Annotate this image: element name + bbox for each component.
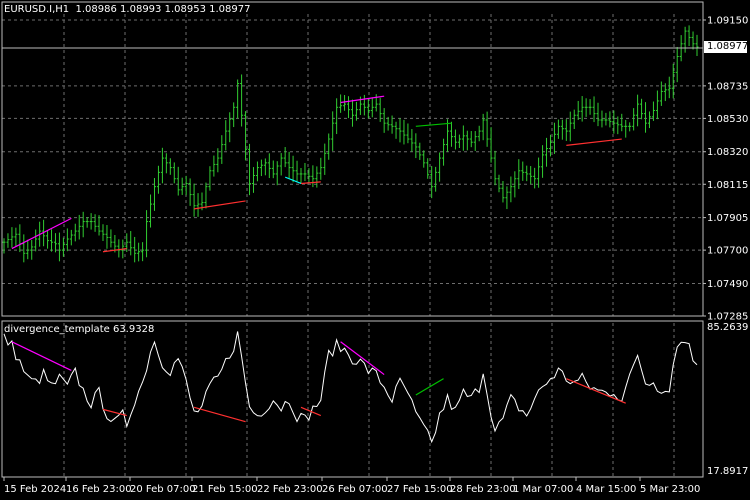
current-price-tag: 1.08977 (704, 41, 748, 53)
time-label: 16 Feb 23:00 (66, 484, 132, 495)
time-label: 4 Mar 15:00 (576, 484, 636, 495)
price-label: 1.08115 (707, 180, 748, 191)
time-label: 21 Feb 15:00 (192, 484, 258, 495)
price-label: 1.08735 (707, 81, 748, 92)
indicator-header: divergence_template 63.9328 (4, 324, 154, 336)
time-label: 20 Feb 07:00 (130, 484, 196, 495)
ohlc-values: 1.08986 1.08993 1.08953 1.08977 (75, 4, 251, 15)
time-label: 22 Feb 23:00 (257, 484, 323, 495)
price-label: 1.08320 (707, 147, 748, 158)
chart-header: EURUSD.I,H1 1.08986 1.08993 1.08953 1.08… (4, 4, 250, 16)
indicator-min-label: 17.8917 (707, 466, 749, 477)
symbol-label: EURUSD.I,H1 (4, 4, 70, 15)
trading-chart-terminal[interactable]: 1.09150 1.08735 1.08530 1.08320 1.08115 1.079… (0, 0, 750, 500)
time-label: 1 Mar 07:00 (513, 484, 573, 495)
time-label: 28 Feb 23:00 (450, 484, 516, 495)
time-label: 26 Feb 07:00 (322, 484, 388, 495)
time-label: 5 Mar 23:00 (640, 484, 700, 495)
price-label: 1.09150 (707, 16, 748, 27)
time-label: 15 Feb 2024 (4, 484, 66, 495)
indicator-name: divergence_template (4, 324, 110, 335)
price-label: 1.07490 (707, 279, 748, 290)
time-label: 27 Feb 15:00 (387, 484, 453, 495)
price-label: 1.07285 (707, 312, 748, 323)
price-label: 1.07700 (707, 246, 748, 257)
price-label: 1.08530 (707, 114, 748, 125)
price-label: 1.07905 (707, 213, 748, 224)
indicator-max-label: 85.2639 (707, 322, 749, 333)
indicator-value: 63.9328 (112, 324, 155, 335)
